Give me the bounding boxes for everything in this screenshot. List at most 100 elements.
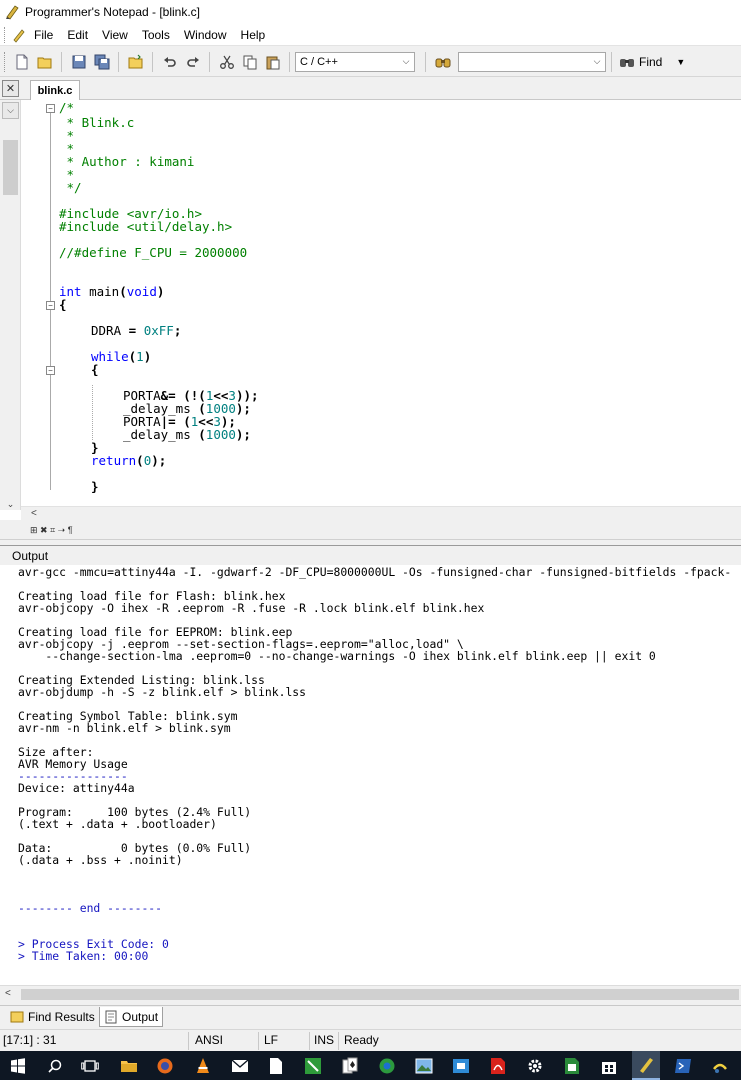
menu-bar: File Edit View Tools Window Help [0, 24, 741, 46]
save-all-button[interactable] [91, 51, 113, 73]
title-bar: Programmer's Notepad - [blink.c] [0, 0, 741, 24]
powershell-icon[interactable] [669, 1051, 697, 1080]
code-line: * Author : kimani [59, 154, 195, 169]
toolbar: C / C++ ⌵ ⌵ Find ▼ [0, 47, 741, 77]
solitaire-icon[interactable] [336, 1051, 364, 1080]
output-line: --change-section-lma .eeprom=0 --no-chan… [18, 649, 656, 663]
caret-down-icon[interactable]: ▼ [676, 57, 685, 67]
menu-view[interactable]: View [95, 25, 135, 45]
save-all-icon [94, 54, 110, 69]
output-panel-header: Output [0, 545, 741, 565]
new-file-button[interactable] [11, 51, 33, 73]
find-button[interactable]: Find ▼ [619, 54, 685, 70]
toolbar-separator [425, 51, 426, 72]
scroll-thumb[interactable] [21, 989, 739, 1000]
status-line-ending: LF [264, 1033, 279, 1047]
copy-button[interactable] [239, 51, 261, 73]
programmers-notepad-taskbar-icon[interactable] [632, 1051, 660, 1080]
code-line: int main(void) [59, 284, 165, 299]
menu-file[interactable]: File [27, 25, 60, 45]
status-state: Ready [344, 1033, 379, 1047]
tab-label: Find Results [28, 1010, 95, 1024]
fold-toggle-icon[interactable]: − [46, 301, 55, 310]
editor-horizontal-scrollbar[interactable]: < [21, 506, 741, 522]
code-line: } [91, 479, 99, 494]
output-text[interactable]: avr-gcc -mmcu=attiny44a -I. -gdwarf-2 -D… [18, 566, 741, 976]
toolbar-separator [209, 51, 210, 72]
view-toggle-icons[interactable]: ⊞ ✖ ⌗ ➝ ¶ [30, 525, 73, 536]
menu-edit[interactable]: Edit [60, 25, 95, 45]
file-explorer-icon[interactable] [115, 1051, 143, 1080]
tab-output[interactable]: Output [99, 1007, 164, 1027]
cut-button[interactable] [216, 51, 238, 73]
code-line: /* [59, 100, 75, 115]
code-line: while(1) [91, 349, 152, 364]
paste-button[interactable] [262, 51, 284, 73]
scroll-up-icon[interactable]: ⌵ [2, 102, 19, 119]
output-line: avr-gcc -mmcu=attiny44a -I. -gdwarf-2 -D… [18, 565, 732, 579]
code-line: _delay_ms (1000); [123, 427, 251, 442]
tab-find-results[interactable]: Find Results [6, 1007, 99, 1027]
firefox-icon[interactable] [151, 1051, 179, 1080]
settings-icon[interactable] [521, 1051, 549, 1080]
open-file-button[interactable] [34, 51, 56, 73]
scissors-icon [220, 55, 234, 69]
undo-button[interactable] [159, 51, 181, 73]
scheme-select-value: C / C++ [300, 55, 338, 68]
windows-start-icon[interactable] [4, 1051, 32, 1080]
menu-help[interactable]: Help [234, 25, 273, 45]
output-line: > Time Taken: 00:00 [18, 949, 149, 963]
scroll-left-icon[interactable]: < [5, 988, 11, 999]
task-view-icon[interactable] [76, 1051, 104, 1080]
tab-label: blink.c [37, 84, 73, 97]
editor-bottom-toolbar: ⊞ ✖ ⌗ ➝ ¶ [0, 522, 741, 540]
tab-blink-c[interactable]: blink.c [30, 80, 80, 100]
edge-icon[interactable] [373, 1051, 401, 1080]
search-icon[interactable] [41, 1051, 69, 1080]
output-icon [105, 1010, 117, 1023]
find-in-files-button[interactable] [432, 51, 454, 73]
output-line: avr-objdump -h -S -z blink.elf > blink.l… [18, 685, 307, 699]
save-button[interactable] [68, 51, 90, 73]
code-line: //#define F_CPU = 2000000 [59, 245, 248, 260]
output-line: Device: attiny44a [18, 781, 135, 795]
toolbar-separator [611, 51, 612, 72]
close-document-button[interactable]: ✕ [2, 80, 19, 97]
store-icon[interactable] [595, 1051, 623, 1080]
chevron-down-icon: ⌵ [593, 56, 601, 66]
menu-tools[interactable]: Tools [135, 25, 177, 45]
toolbar-separator [118, 51, 119, 72]
pencil-icon [13, 28, 25, 43]
code-line: { [59, 297, 67, 312]
app-green-icon[interactable] [299, 1051, 327, 1080]
search-input[interactable]: ⌵ [458, 51, 606, 72]
editor-vertical-scrollbar[interactable]: ⌵ ⌄ [0, 100, 21, 510]
status-separator [258, 1032, 259, 1050]
open-project-button[interactable] [125, 51, 147, 73]
excel-icon[interactable] [558, 1051, 586, 1080]
scheme-select[interactable]: C / C++ ⌵ [295, 51, 415, 72]
fold-toggle-icon[interactable]: − [46, 104, 55, 113]
status-separator [309, 1032, 310, 1050]
mail-icon[interactable] [226, 1051, 254, 1080]
notepad-icon[interactable] [262, 1051, 290, 1080]
photos-icon[interactable] [410, 1051, 438, 1080]
vlc-icon[interactable] [189, 1051, 217, 1080]
scroll-left-icon[interactable]: < [31, 508, 37, 519]
python-icon[interactable] [706, 1051, 734, 1080]
acrobat-icon[interactable] [484, 1051, 512, 1080]
output-horizontal-scrollbar[interactable]: < [0, 985, 741, 1002]
menu-window[interactable]: Window [177, 25, 234, 45]
scroll-down-icon[interactable]: ⌄ [2, 498, 19, 510]
code-content[interactable]: /* * Blink.c * * * Author : kimani * */ … [59, 101, 739, 501]
fold-toggle-icon[interactable]: − [46, 366, 55, 375]
binoculars-icon [620, 58, 634, 67]
redo-button[interactable] [182, 51, 204, 73]
scroll-thumb[interactable] [3, 140, 18, 195]
app-blue-icon[interactable] [447, 1051, 475, 1080]
indent-guide [92, 385, 93, 440]
code-line: { [91, 362, 99, 377]
windows-taskbar [0, 1051, 741, 1080]
chevron-down-icon: ⌵ [402, 56, 410, 66]
code-line: DDRA = 0xFF; [91, 323, 182, 338]
